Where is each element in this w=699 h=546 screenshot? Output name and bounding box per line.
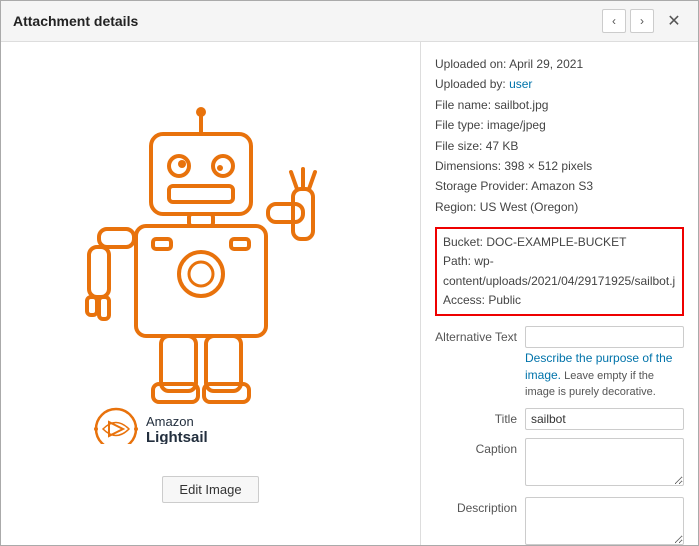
caption-field — [525, 438, 684, 489]
file-name-value: sailbot.jpg — [494, 98, 548, 112]
next-button[interactable]: › — [630, 9, 654, 33]
close-button[interactable]: ✕ — [662, 9, 686, 33]
dimensions-value: 398 × 512 pixels — [504, 159, 592, 173]
header-nav: ‹ › ✕ — [602, 9, 686, 33]
right-panel: Uploaded on: April 29, 2021 Uploaded by:… — [421, 42, 698, 545]
svg-text:Lightsail: Lightsail — [146, 429, 208, 444]
uploaded-by-row: Uploaded by: user — [435, 74, 684, 94]
file-size-row: File size: 47 KB — [435, 136, 684, 156]
file-type-label: File type: — [435, 118, 484, 132]
storage-provider-value: Amazon S3 — [531, 179, 593, 193]
path-label: Path: — [443, 254, 471, 268]
caption-row: Caption — [435, 438, 684, 489]
bucket-row: Bucket: DOC-EXAMPLE-BUCKET — [443, 233, 676, 252]
file-size-label: File size: — [435, 139, 482, 153]
uploaded-by-link[interactable]: user — [509, 77, 532, 91]
image-preview: Amazon Lightsail — [41, 84, 381, 464]
title-row: Title — [435, 408, 684, 430]
path-row: Path: wp-content/uploads/2021/04/2917192… — [443, 252, 676, 290]
dialog-header: Attachment details ‹ › ✕ — [1, 1, 698, 42]
description-row: Description — [435, 497, 684, 545]
alt-text-field: Describe the purpose of the image. Leave… — [525, 326, 684, 400]
dimensions-row: Dimensions: 398 × 512 pixels — [435, 156, 684, 176]
access-label: Access: — [443, 293, 485, 307]
title-label: Title — [435, 408, 525, 426]
bucket-value: DOC-EXAMPLE-BUCKET — [486, 235, 626, 249]
dialog-body: Amazon Lightsail Edit Image Uploaded on:… — [1, 42, 698, 545]
description-label: Description — [435, 497, 525, 515]
path-value: wp-content/uploads/2021/04/29171925/sail… — [443, 254, 675, 287]
alt-text-input[interactable] — [525, 326, 684, 348]
storage-provider-row: Storage Provider: Amazon S3 — [435, 176, 684, 196]
file-type-value: image/jpeg — [487, 118, 546, 132]
title-field — [525, 408, 684, 430]
meta-info: Uploaded on: April 29, 2021 Uploaded by:… — [435, 54, 684, 217]
access-row: Access: Public — [443, 291, 676, 310]
prev-button[interactable]: ‹ — [602, 9, 626, 33]
uploaded-by-label: Uploaded by: — [435, 77, 506, 91]
attachment-details-dialog: Attachment details ‹ › ✕ — [0, 0, 699, 546]
highlighted-info-box: Bucket: DOC-EXAMPLE-BUCKET Path: wp-cont… — [435, 227, 684, 316]
edit-image-button[interactable]: Edit Image — [162, 476, 258, 503]
description-input[interactable] — [525, 497, 684, 545]
alt-text-label: Alternative Text — [435, 326, 525, 344]
caption-label: Caption — [435, 438, 525, 456]
svg-text:Amazon: Amazon — [146, 414, 194, 429]
caption-input[interactable] — [525, 438, 684, 486]
dialog-title: Attachment details — [13, 13, 138, 29]
uploaded-on-value: April 29, 2021 — [509, 57, 583, 71]
access-value: Public — [488, 293, 521, 307]
title-input[interactable] — [525, 408, 684, 430]
file-size-value: 47 KB — [486, 139, 519, 153]
left-panel: Amazon Lightsail Edit Image — [1, 42, 421, 545]
dimensions-label: Dimensions: — [435, 159, 501, 173]
region-label: Region: — [435, 200, 476, 214]
storage-provider-label: Storage Provider: — [435, 179, 528, 193]
lightsail-logo: Amazon Lightsail — [94, 409, 208, 444]
uploaded-on-label: Uploaded on: — [435, 57, 506, 71]
file-type-row: File type: image/jpeg — [435, 115, 684, 135]
bucket-label: Bucket: — [443, 235, 483, 249]
region-row: Region: US West (Oregon) — [435, 197, 684, 217]
alt-text-row: Alternative Text Describe the purpose of… — [435, 326, 684, 400]
uploaded-on-row: Uploaded on: April 29, 2021 — [435, 54, 684, 74]
robot-illustration: Amazon Lightsail — [61, 104, 361, 444]
file-name-label: File name: — [435, 98, 491, 112]
file-name-row: File name: sailbot.jpg — [435, 95, 684, 115]
region-value: US West (Oregon) — [480, 200, 578, 214]
description-field — [525, 497, 684, 545]
